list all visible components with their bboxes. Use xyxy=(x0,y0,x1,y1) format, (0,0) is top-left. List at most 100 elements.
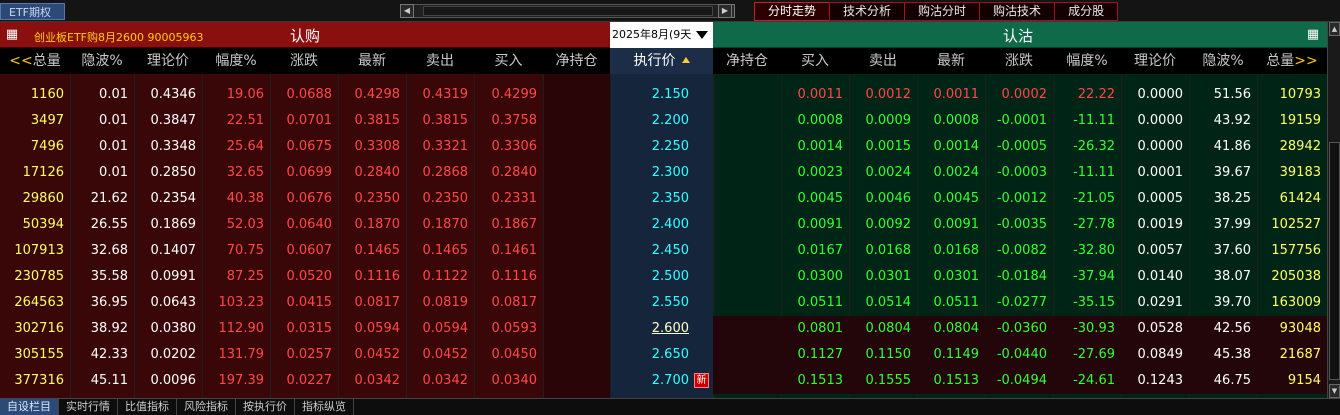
tab-1[interactable]: 分时走势 xyxy=(754,2,831,21)
option-row[interactable]: 8310.010.484616.120.06850.47300.48720.47… xyxy=(0,74,1327,82)
put-col-6[interactable]: 幅度% xyxy=(1053,48,1121,74)
call-cell xyxy=(543,74,610,82)
put-cell: 0.0005 xyxy=(781,74,849,82)
new-contract-badge: 新 xyxy=(694,373,709,388)
put-col-8[interactable]: 隐波% xyxy=(1189,48,1257,74)
call-cell: 0.0415 xyxy=(286,295,333,310)
call-cell: 0.0452 xyxy=(354,347,401,362)
put-cell: -27.69 xyxy=(1073,347,1115,362)
call-cell: 0.3815 xyxy=(422,113,469,128)
put-col-9[interactable]: 总量>> xyxy=(1257,48,1327,74)
bottom-tab-5[interactable]: 按执行价 xyxy=(236,399,295,415)
option-row[interactable]: 7496 0.01 0.3348 25.64 0.0675 0.3308 0.3321 0.3… xyxy=(0,134,1327,160)
put-cell: 0.1555 xyxy=(865,373,912,388)
option-row[interactable]: 17126 0.01 0.2850 32.65 0.0699 0.2840 0.2868 0.… xyxy=(0,160,1327,186)
option-row[interactable]: 29860 21.62 0.2354 40.38 0.0676 0.2350 0.2350 0… xyxy=(0,186,1327,212)
put-cell: 0.0091 xyxy=(933,217,980,232)
call-col-1[interactable]: <<总量 xyxy=(0,48,70,74)
put-cell: 163009 xyxy=(1271,295,1321,310)
put-cell xyxy=(713,290,781,316)
put-cell: 0.0167 xyxy=(797,243,844,258)
tab-3[interactable]: 购沽分时 xyxy=(904,2,981,21)
arrow-down-icon[interactable]: ▼ xyxy=(1329,384,1340,398)
call-col-1-label: 总量 xyxy=(32,53,61,69)
put-cell: -0.0003 xyxy=(996,165,1047,180)
call-col-6[interactable]: 最新 xyxy=(338,48,406,74)
tab-2[interactable]: 技术分析 xyxy=(829,2,906,21)
put-cell: 0.0091 xyxy=(797,217,844,232)
scrollbar-thumb[interactable] xyxy=(423,6,713,16)
calculator-icon[interactable]: ▦ xyxy=(4,27,20,43)
call-cell: 26.55 xyxy=(90,217,128,232)
vertical-scrollbar[interactable]: ▲ ▼ xyxy=(1327,22,1340,398)
option-row[interactable]: 230785 35.58 0.0991 87.25 0.0520 0.1116 0.1122… xyxy=(0,264,1327,290)
horizontal-scrollbar[interactable]: ◀ ▶ xyxy=(400,4,735,18)
vertical-scrollbar-thumb[interactable] xyxy=(1329,142,1340,380)
put-cell: 22.22 xyxy=(1077,87,1115,102)
call-title: 认购 xyxy=(290,27,321,45)
option-row[interactable]: 264563 36.95 0.0643 103.23 0.0415 0.0817 0.081… xyxy=(0,290,1327,316)
expand-right-icon[interactable]: ▶ xyxy=(718,4,732,18)
tab-4[interactable]: 购沽技术 xyxy=(979,2,1056,21)
arrow-up-icon[interactable]: ▲ xyxy=(1329,22,1340,36)
put-col-4[interactable]: 最新 xyxy=(917,48,985,74)
call-col-2[interactable]: 隐波% xyxy=(70,48,134,74)
put-cell: -0.0277 xyxy=(996,295,1047,310)
put-cell: 0.0514 xyxy=(865,295,912,310)
bottom-tab-1[interactable]: 自设栏目 xyxy=(0,399,59,415)
put-col-7[interactable]: 理论价 xyxy=(1121,48,1189,74)
put-cell: 0.0012 xyxy=(865,87,912,102)
put-cell: 0.0008 xyxy=(933,113,980,128)
call-col-7[interactable]: 卖出 xyxy=(406,48,474,74)
call-cell: 0.2350 xyxy=(422,191,469,206)
option-row[interactable]: 107913 32.68 0.1407 70.75 0.0607 0.1465 0.1465… xyxy=(0,238,1327,264)
put-cell: -27.78 xyxy=(1073,217,1115,232)
put-cell xyxy=(713,264,781,290)
option-row[interactable]: 377316 45.11 0.0096 197.39 0.0227 0.0342 0.034… xyxy=(0,368,1327,394)
call-cell: 0.4872 xyxy=(406,74,474,82)
call-col-3[interactable]: 理论价 xyxy=(134,48,202,74)
scroll-columns-right-icon[interactable]: >> xyxy=(1294,53,1317,69)
call-col-9[interactable]: 净持仓 xyxy=(543,48,610,74)
put-cell: 0.0001 xyxy=(1137,165,1184,180)
put-col-5[interactable]: 涨跌 xyxy=(985,48,1053,74)
expiry-month-select[interactable]: 2025年8月(9天 xyxy=(610,22,713,48)
call-col-4[interactable]: 幅度% xyxy=(202,48,270,74)
row-cells: 264563 36.95 0.0643 103.23 0.0415 0.0817 0.081… xyxy=(0,290,1327,316)
put-col-3[interactable]: 卖出 xyxy=(849,48,917,74)
call-cell: 0.0640 xyxy=(286,217,333,232)
put-cell: -0.0184 xyxy=(996,269,1047,284)
row-cells: 7496 0.01 0.3348 25.64 0.0675 0.3308 0.3321 0.3… xyxy=(0,134,1327,160)
call-cell: 87.25 xyxy=(226,269,264,284)
option-row[interactable]: 1160 0.01 0.4346 19.06 0.0688 0.4298 0.4319 0.4… xyxy=(0,82,1327,108)
etf-options-tab[interactable]: ETF期权 xyxy=(0,3,65,20)
strike-price: 2.500 xyxy=(651,269,689,284)
bottom-tab-3[interactable]: 比值指标 xyxy=(118,399,177,415)
put-col-1[interactable]: 净持仓 xyxy=(713,48,781,74)
put-cell xyxy=(713,186,781,212)
option-row[interactable]: 50394 26.55 0.1869 52.03 0.0640 0.1870 0.1870 0… xyxy=(0,212,1327,238)
tab-5[interactable]: 成分股 xyxy=(1054,2,1119,21)
bottom-tab-2[interactable]: 实时行情 xyxy=(59,399,118,415)
call-cell: 1160 xyxy=(30,87,64,102)
put-cell: 0.0511 xyxy=(797,295,844,310)
call-cell xyxy=(543,316,610,342)
put-cell: -30.93 xyxy=(1073,321,1115,336)
scroll-columns-left-icon[interactable]: << xyxy=(9,53,32,69)
put-cell: 0.0168 xyxy=(933,243,980,258)
option-row[interactable]: 305155 42.33 0.0202 131.79 0.0257 0.0452 0.045… xyxy=(0,342,1327,368)
chevron-down-icon[interactable] xyxy=(696,31,708,39)
bottom-tab-4[interactable]: 风险指标 xyxy=(177,399,236,415)
put-cell: 19159 xyxy=(1279,113,1321,128)
scroll-left-icon[interactable]: ◀ xyxy=(400,4,414,18)
strike-col[interactable]: 执行价 xyxy=(610,48,713,74)
put-cell: 41.86 xyxy=(1213,139,1251,154)
put-title: 认沽 xyxy=(1003,27,1034,45)
call-col-8[interactable]: 买入 xyxy=(474,48,543,74)
put-col-2[interactable]: 买入 xyxy=(781,48,849,74)
option-row[interactable]: 302716 38.92 0.0380 112.90 0.0315 0.0594 0.059… xyxy=(0,316,1327,342)
bottom-tab-6[interactable]: 指标纵览 xyxy=(295,399,354,415)
calculator-icon[interactable]: ▦ xyxy=(1305,27,1321,43)
call-col-5[interactable]: 涨跌 xyxy=(270,48,338,74)
option-row[interactable]: 3497 0.01 0.3847 22.51 0.0701 0.3815 0.3815 0.3… xyxy=(0,108,1327,134)
